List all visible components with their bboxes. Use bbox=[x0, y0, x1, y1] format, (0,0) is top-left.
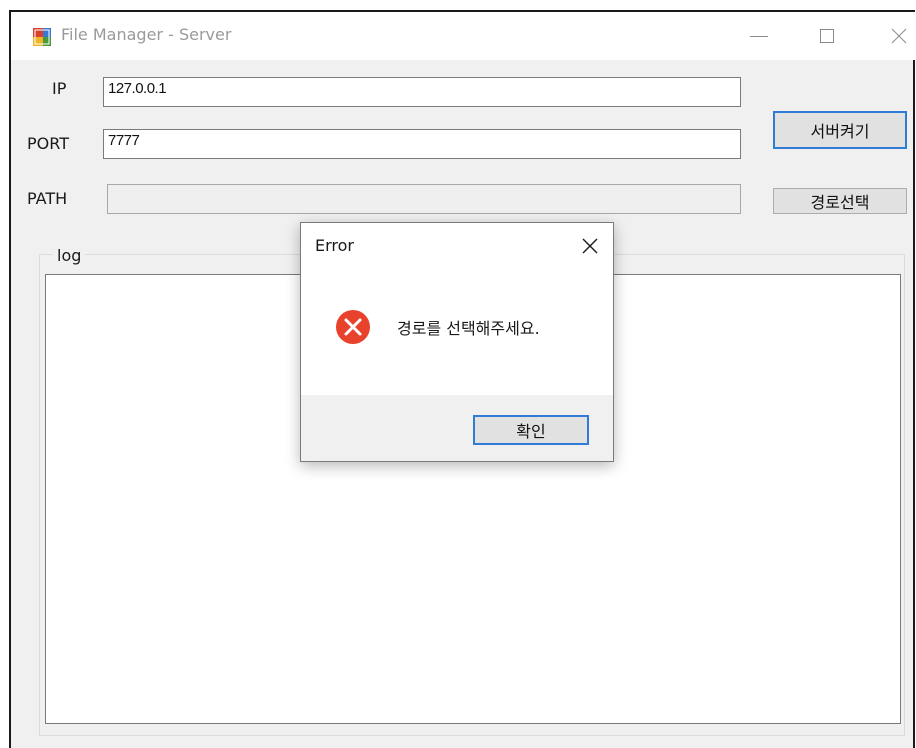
dialog-title: Error bbox=[315, 236, 354, 255]
error-dialog: Error 경로를 선택해주세요. 확인 bbox=[300, 222, 614, 462]
minimize-icon bbox=[750, 35, 768, 37]
dialog-footer: 확인 bbox=[301, 395, 613, 461]
port-input[interactable]: 7777 bbox=[103, 129, 741, 159]
log-group-label: log bbox=[53, 246, 86, 265]
dialog-message: 경로를 선택해주세요. bbox=[397, 319, 540, 338]
path-label: PATH bbox=[27, 189, 68, 208]
error-icon bbox=[336, 310, 370, 344]
path-input bbox=[107, 184, 741, 214]
maximize-icon bbox=[820, 29, 834, 43]
close-icon bbox=[891, 28, 907, 44]
close-icon bbox=[582, 238, 598, 254]
dialog-body: 경로를 선택해주세요. bbox=[301, 271, 613, 395]
window-title: File Manager - Server bbox=[61, 25, 232, 44]
port-label: PORT bbox=[27, 134, 69, 153]
close-button[interactable] bbox=[869, 12, 916, 60]
ok-button[interactable]: 확인 bbox=[473, 415, 589, 445]
title-bar[interactable]: File Manager - Server bbox=[11, 12, 915, 60]
winforms-app-icon bbox=[33, 28, 51, 46]
maximize-button[interactable] bbox=[797, 12, 857, 60]
minimize-button[interactable] bbox=[729, 12, 789, 60]
ip-label: IP bbox=[52, 79, 67, 98]
select-path-button[interactable]: 경로선택 bbox=[773, 188, 907, 214]
ip-input[interactable]: 127.0.0.1 bbox=[103, 77, 741, 107]
dialog-close-button[interactable] bbox=[577, 233, 603, 259]
start-server-button[interactable]: 서버켜기 bbox=[773, 111, 907, 149]
